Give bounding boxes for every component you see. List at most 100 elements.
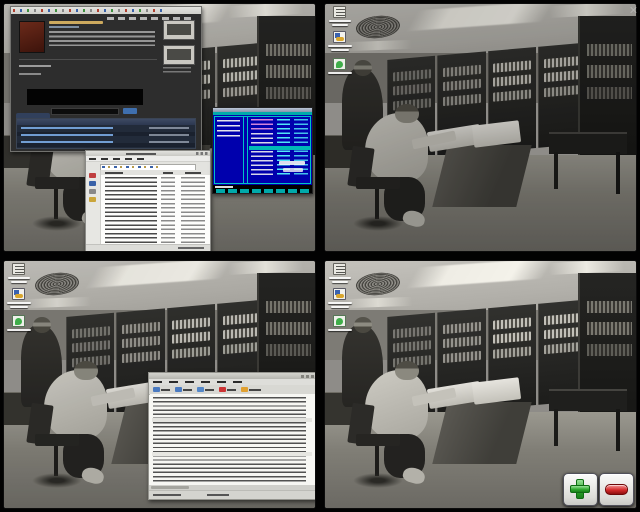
file-manager-window[interactable]	[85, 150, 211, 251]
desktop-icon-documents	[328, 6, 354, 30]
text-editor-window[interactable]	[148, 372, 315, 500]
icon-label-line	[329, 277, 351, 279]
scrollbar-thumb	[151, 486, 189, 489]
reply-input	[51, 108, 119, 115]
place-icon	[89, 173, 96, 178]
panel-divider	[247, 117, 248, 183]
desktop-icon-app-blue	[328, 288, 354, 312]
icon-label-line	[331, 49, 349, 51]
toolbar-label	[249, 389, 261, 391]
menu-items	[153, 381, 249, 383]
chair-seat	[35, 434, 79, 446]
wallpaper-pdp11-photo	[325, 261, 636, 508]
window-title-text	[126, 153, 156, 155]
selection-bar	[249, 146, 310, 150]
left-panel-entries	[217, 120, 240, 138]
icon-label-line	[11, 281, 27, 283]
chair-seat	[35, 177, 79, 189]
browser-forum-window[interactable]	[10, 6, 202, 152]
add-workspace-button[interactable]	[563, 473, 598, 506]
icon-label-line	[8, 277, 30, 279]
workspace-preview-3[interactable]	[4, 261, 315, 508]
highlighted-row	[152, 452, 312, 456]
log-text-area	[150, 394, 315, 486]
icon-label-line	[7, 302, 31, 304]
workspace-preview-1[interactable]	[4, 4, 315, 251]
file-size-column	[161, 177, 175, 243]
desktop-icon-app-green	[7, 315, 33, 339]
green-app-icon	[12, 315, 25, 327]
places-sidebar	[86, 170, 101, 245]
column-size	[163, 172, 173, 174]
place-icon	[89, 197, 96, 202]
icon-label-line	[328, 72, 352, 74]
blue-gold-app-icon	[12, 288, 25, 300]
close-icon[interactable]	[629, 6, 637, 14]
workspace-overview	[0, 0, 640, 512]
document-list-icon	[333, 263, 346, 275]
icon-label-line	[328, 45, 352, 47]
table-leg	[616, 152, 620, 194]
breadcrumb-segments	[102, 166, 162, 169]
column-name	[105, 172, 123, 174]
desktop-icon-documents	[7, 263, 33, 287]
icon-label-line	[328, 302, 352, 304]
status-text	[207, 494, 229, 496]
table-leg	[616, 409, 620, 451]
toolbar-label	[205, 389, 214, 391]
green-app-icon	[333, 58, 346, 70]
highlighted-row	[152, 418, 312, 422]
dos-file-manager-window[interactable]	[212, 107, 313, 194]
wallpaper-pdp11-photo	[325, 4, 636, 251]
panel-divider	[243, 117, 244, 183]
log-text-lines	[153, 397, 306, 482]
submit-button	[123, 108, 137, 114]
icon-label-line	[328, 329, 352, 331]
function-key-bar	[213, 189, 312, 193]
info-text	[283, 168, 303, 172]
toolbar-icon-red	[219, 387, 226, 392]
icon-label-line	[332, 281, 348, 283]
remove-workspace-button[interactable]	[599, 473, 634, 506]
desktop-icon-documents	[328, 263, 354, 287]
workspace-preview-2[interactable]	[325, 4, 636, 251]
chair-seat	[356, 434, 400, 446]
forum-post-title	[49, 21, 103, 24]
form-label	[19, 73, 41, 75]
chair-pole	[54, 446, 59, 476]
thread-links	[21, 127, 113, 146]
window-buttons	[196, 152, 208, 155]
chair-pole	[375, 189, 380, 219]
toolbar-icon-blue	[175, 387, 182, 392]
status-text	[178, 247, 204, 249]
file-name-column	[105, 177, 157, 243]
plus-icon	[570, 479, 590, 499]
right-table	[549, 132, 627, 154]
place-icon	[89, 181, 96, 186]
workspace-preview-4[interactable]	[325, 261, 636, 508]
desktop-icon-app-blue	[328, 31, 354, 55]
desktop-icon-app-green	[328, 58, 354, 82]
console-desk	[432, 145, 531, 207]
icon-label-line	[331, 306, 349, 308]
forum-post-subtitle	[49, 26, 79, 28]
file-date-column	[181, 177, 205, 243]
album-art-thumbnail	[19, 21, 45, 53]
chair-pole	[54, 189, 59, 219]
statusbar	[149, 490, 315, 499]
icon-label-line	[329, 20, 351, 22]
desktop-icon-app-green	[328, 315, 354, 339]
chair-base	[32, 216, 82, 231]
divider	[19, 59, 157, 60]
window-buttons	[301, 375, 314, 378]
info-text	[279, 161, 305, 165]
bookmark-favicons	[13, 9, 163, 12]
column-date	[185, 172, 201, 174]
spoiler-black-block	[27, 89, 143, 105]
toolbar-label	[183, 389, 192, 391]
browser-toolbar	[11, 7, 201, 14]
right-panel-marked-entries	[251, 119, 273, 132]
place-icon	[89, 189, 96, 194]
toolbar-icon-blue	[197, 387, 204, 392]
green-app-icon	[333, 315, 346, 327]
